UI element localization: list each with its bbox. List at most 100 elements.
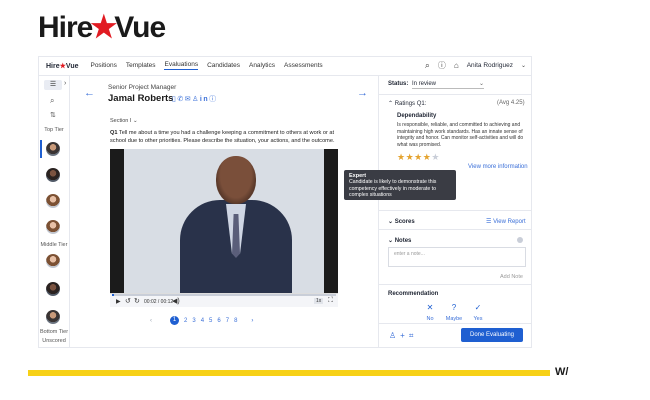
page-1[interactable]: 1 xyxy=(170,316,179,325)
logo-text-left: Hire xyxy=(38,10,93,44)
page-7[interactable]: 7 xyxy=(226,318,229,324)
divider xyxy=(378,229,532,230)
sidebar-search-icon[interactable]: ⌕ xyxy=(50,96,54,106)
recommend-yes-button[interactable]: ✓ Yes xyxy=(467,302,489,322)
playback-speed[interactable]: 1x xyxy=(314,298,324,304)
star-icon[interactable]: ★ xyxy=(406,152,415,162)
user-name[interactable]: Anita Rodriguez xyxy=(467,62,513,69)
page-2[interactable]: 2 xyxy=(184,318,187,324)
selected-indicator xyxy=(40,140,42,158)
status-label: Status: xyxy=(388,81,409,87)
recommend-maybe-button[interactable]: ? Maybe xyxy=(443,302,465,322)
job-title: Senior Project Manager xyxy=(108,84,177,91)
add-note-button[interactable]: Add Note xyxy=(500,274,523,280)
question-number: Q1 xyxy=(110,130,118,136)
candidate-avatar[interactable] xyxy=(46,254,60,268)
pagination-next-chevron-icon[interactable]: › xyxy=(251,318,253,324)
nav-analytics[interactable]: Analytics xyxy=(249,62,275,69)
video-time: 00:02 / 00:12 xyxy=(144,299,174,305)
status-select[interactable]: In review ⌄ xyxy=(412,79,484,89)
forward-icon[interactable]: ↻ xyxy=(134,297,140,305)
notes-info-icon[interactable] xyxy=(517,237,523,243)
ratings-average: (Avg 4.25) xyxy=(497,100,525,106)
filter-icon[interactable]: ⇅ xyxy=(50,111,56,119)
star-rating[interactable]: ★★★★★ xyxy=(397,152,440,163)
question-pagination: ‹ 1 2 3 4 5 6 7 8 › xyxy=(150,316,253,325)
next-candidate-arrow-icon[interactable]: → xyxy=(357,87,368,99)
question-body: Tell me about a time you had a challenge… xyxy=(110,130,335,144)
check-icon: ✓ xyxy=(474,303,482,312)
add-user-icon[interactable]: ♙+ xyxy=(389,331,409,340)
nav-brand-right: Vue xyxy=(65,62,79,70)
recommend-no-button[interactable]: ✕ No xyxy=(419,302,441,322)
nav-candidates[interactable]: Candidates xyxy=(207,62,240,69)
section-dropdown[interactable]: Section I ⌄ xyxy=(110,118,138,124)
middle-tier-label: Middle Tier xyxy=(40,242,68,248)
email-icon[interactable]: ✉ xyxy=(185,96,192,103)
view-more-link[interactable]: View more information xyxy=(468,164,528,170)
page-6[interactable]: 6 xyxy=(217,318,220,324)
candidate-avatar[interactable] xyxy=(46,194,60,208)
candidate-avatar[interactable] xyxy=(46,282,60,296)
candidate-avatar[interactable] xyxy=(46,220,60,234)
previous-candidate-arrow-icon[interactable]: ← xyxy=(84,87,95,99)
scores-label: Scores xyxy=(394,219,415,225)
unscored-label: Unscored xyxy=(42,338,66,344)
list-view-icon[interactable]: ☰ xyxy=(44,80,62,90)
ratings-header[interactable]: ⌃ Ratings Q1: xyxy=(388,100,426,107)
recommend-no-label: No xyxy=(426,316,434,322)
competency-title: Dependability xyxy=(397,113,437,119)
candidate-avatar[interactable] xyxy=(46,142,60,156)
section-label: Section I xyxy=(110,118,132,124)
star-icon[interactable]: ★ xyxy=(431,152,440,162)
replay-icon[interactable]: ↺ xyxy=(125,297,131,305)
nav-assessments[interactable]: Assessments xyxy=(284,62,323,69)
nav-evaluations[interactable]: Evaluations xyxy=(164,61,199,70)
nav-positions[interactable]: Positions xyxy=(90,62,116,69)
page-8[interactable]: 8 xyxy=(234,318,237,324)
recommendation-label: Recommendation xyxy=(388,291,439,297)
done-evaluating-button[interactable]: Done Evaluating xyxy=(461,328,523,342)
scores-header[interactable]: ⌄ Scores xyxy=(388,218,415,225)
page-3[interactable]: 3 xyxy=(192,318,195,324)
close-icon: ✕ xyxy=(426,303,434,312)
note-input[interactable]: enter a note... xyxy=(388,247,526,267)
top-tier-label: Top Tier xyxy=(44,127,64,133)
star-icon[interactable]: ★ xyxy=(397,152,406,162)
page-4[interactable]: 4 xyxy=(201,318,204,324)
candidate-avatar[interactable] xyxy=(46,310,60,324)
info-icon[interactable]: ⓘ xyxy=(209,96,218,103)
volume-icon[interactable]: ◀) xyxy=(172,297,180,305)
candidate-avatar[interactable] xyxy=(46,168,60,182)
search-icon[interactable]: ⌕ xyxy=(425,60,430,71)
question-mark-icon: ? xyxy=(451,303,457,312)
star-icon[interactable]: ★ xyxy=(414,152,423,162)
chevron-down-icon: ⌄ xyxy=(132,118,138,124)
view-report-link[interactable]: ☰ View Report xyxy=(486,218,526,225)
notes-header[interactable]: ⌄ Notes xyxy=(388,237,411,244)
fullscreen-icon[interactable]: ⛶ xyxy=(328,297,333,305)
star-icon: ★ xyxy=(90,11,117,44)
inbox-icon[interactable]: ⌂ xyxy=(454,61,459,70)
play-icon[interactable]: ▶ xyxy=(116,298,121,305)
recommend-yes-label: Yes xyxy=(473,316,483,322)
phone-icon[interactable]: ✆ xyxy=(177,96,184,103)
tooltip-text: Candidate is likely to demonstrate this … xyxy=(349,179,437,198)
tag-icon[interactable]: ⌗ xyxy=(409,331,418,340)
pagination-prev-chevron-icon[interactable]: ‹ xyxy=(150,318,152,324)
ratings-label: Ratings Q1: xyxy=(394,101,427,107)
brand-yellow-bar xyxy=(28,370,550,376)
help-icon[interactable]: ⓘ xyxy=(438,60,446,71)
video-progress-bar[interactable] xyxy=(112,294,336,296)
chevron-right-icon[interactable]: › xyxy=(64,80,66,87)
candidate-name: Jamal Roberts xyxy=(108,93,174,104)
tooltip-title: Expert xyxy=(349,173,367,179)
nav-brand[interactable]: Hire★Vue xyxy=(46,62,78,70)
linkedin-icon[interactable]: in xyxy=(200,96,209,103)
chevron-down-icon[interactable]: ⌄ xyxy=(521,62,526,69)
profile-icon[interactable]: ♙ xyxy=(192,96,200,103)
page-5[interactable]: 5 xyxy=(209,318,212,324)
nav-templates[interactable]: Templates xyxy=(126,62,156,69)
nav-brand-left: Hire xyxy=(46,62,60,70)
competency-description: Is responsible, reliable, and committed … xyxy=(397,122,524,148)
